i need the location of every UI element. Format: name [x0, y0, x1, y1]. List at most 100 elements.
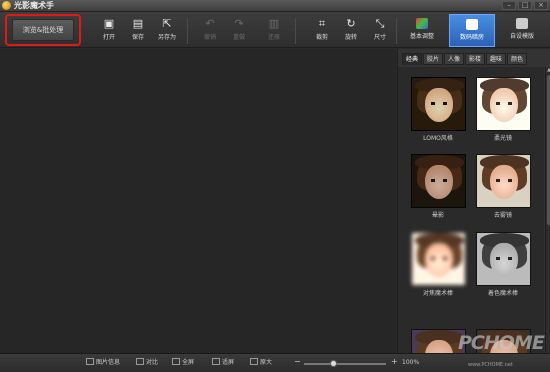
open-icon: ▣ — [103, 17, 115, 30]
portrait-face — [425, 165, 453, 199]
fit-screen-icon — [212, 358, 220, 365]
status-label: 全屏 — [182, 359, 195, 366]
portrait-face — [490, 243, 518, 277]
portrait-eyes — [431, 179, 447, 182]
portrait-eyes — [496, 179, 512, 182]
watermark-logo: PCHOME — [458, 332, 545, 354]
subtab-5[interactable]: 颜色 — [507, 53, 527, 65]
tool-rotate-button[interactable]: ↻ 旋转 — [337, 17, 365, 47]
tab-label: 自设模版 — [509, 33, 534, 40]
template-icon — [516, 18, 528, 29]
tool-label: 尺寸 — [373, 34, 386, 41]
status-fit-screen-button[interactable]: 适屏 — [212, 358, 234, 368]
status-label: 原大 — [260, 359, 273, 366]
tool-label: 另存为 — [157, 34, 176, 41]
tool-crop-button[interactable]: ⌗ 裁剪 — [308, 17, 336, 47]
close-button[interactable]: × — [534, 1, 548, 10]
image-canvas[interactable] — [0, 49, 396, 353]
status-actual-size-button[interactable]: 原大 — [250, 358, 272, 368]
title-bar: 光影魔术手 – □ × — [0, 0, 550, 12]
app-window: 光影魔术手 – □ × 浏览&批处理 ▣ 打开 ▤ 保存 ⇱ 另存为 ↶ 撤销 ↷ 重做 ▥ 还原 ⌗ 裁… — [0, 0, 550, 372]
tab-basic[interactable]: 基本调整 — [399, 14, 445, 47]
subtab-4[interactable]: 趣味 — [486, 53, 506, 65]
tool-label: 裁剪 — [315, 34, 328, 41]
portrait-eyes — [496, 257, 512, 260]
tool-label: 打开 — [102, 34, 115, 41]
tool-label: 保存 — [131, 34, 144, 41]
effects-grid: LOMO风格 柔光镜 晕影 去雾镜 对焦魔术棒 着色魔术棒 — [398, 67, 544, 353]
status-fullscreen-button[interactable]: 全屏 — [172, 358, 194, 368]
effect-thumbnail[interactable] — [411, 154, 466, 208]
tab-label: 基本调整 — [409, 33, 434, 40]
maximize-button[interactable]: □ — [518, 1, 532, 10]
crop-icon: ⌗ — [318, 17, 326, 30]
effects-panel: 经典 胶片 人像 影楼 趣味 颜色 LOMO风格 柔光镜 晕影 去雾镜 对焦魔术棒 着色魔术棒 ▲ — [397, 49, 550, 353]
portrait-face — [425, 88, 453, 122]
effect-thumbnail[interactable] — [476, 232, 531, 286]
panel-scrollbar[interactable]: ▲ — [545, 67, 550, 353]
status-label: 适屏 — [222, 359, 235, 366]
subtab-2[interactable]: 人像 — [444, 53, 464, 65]
portrait-eyes — [496, 102, 512, 105]
effect-caption: 晕影 — [431, 212, 444, 219]
effect-caption: 着色魔术棒 — [487, 290, 518, 297]
zoom-out-button[interactable]: − — [294, 357, 301, 367]
watermark: PCHOME www.PCHOME.net — [458, 330, 550, 372]
portrait-face — [490, 88, 518, 122]
main-toolbar: 浏览&批处理 ▣ 打开 ▤ 保存 ⇱ 另存为 ↶ 撤销 ↷ 重做 ▥ 还原 ⌗ 裁剪 ↻ 旋转 ⤡ 尺寸 基本调整… — [0, 12, 550, 48]
status-image-info-button[interactable]: 图片信息 — [86, 358, 120, 368]
app-title: 光影魔术手 — [14, 1, 54, 10]
tool-undo-button: ↶ 撤销 — [196, 17, 224, 47]
portrait-face — [425, 243, 453, 277]
tab-label: 数码暗房 — [459, 34, 484, 41]
effect-thumbnail[interactable] — [411, 77, 466, 131]
tool-label: 重做 — [232, 34, 245, 41]
effect-caption: 对焦魔术棒 — [422, 290, 453, 297]
effect-thumbnail[interactable] — [476, 154, 531, 208]
palette-icon — [416, 18, 428, 29]
tool-label: 撤销 — [203, 34, 216, 41]
size-icon: ⤡ — [375, 17, 385, 30]
restore-icon: ▥ — [268, 17, 280, 30]
saveas-icon: ⇱ — [162, 17, 172, 30]
zoom-in-button[interactable]: + — [391, 357, 398, 367]
tab-template[interactable]: 自设模版 — [499, 14, 545, 47]
save-icon: ▤ — [132, 17, 144, 30]
camera-icon — [466, 19, 478, 30]
app-logo-icon — [2, 1, 11, 10]
scroll-up-arrow-icon[interactable]: ▲ — [546, 67, 550, 73]
redo-icon: ↷ — [234, 17, 244, 30]
tool-label: 旋转 — [344, 34, 357, 41]
effect-caption: 柔光镜 — [493, 135, 512, 142]
minimize-button[interactable]: – — [502, 1, 516, 10]
effect-category-tabs: 经典 胶片 人像 影楼 趣味 颜色 — [402, 53, 528, 65]
tool-restore-button: ▥ 还原 — [260, 17, 288, 47]
portrait-eyes — [431, 257, 447, 260]
browse-batch-button[interactable]: 浏览&批处理 — [12, 19, 74, 41]
fullscreen-icon — [172, 358, 180, 365]
actual-size-icon — [250, 358, 258, 365]
portrait-face — [490, 165, 518, 199]
tool-saveas-button[interactable]: ⇱ 另存为 — [153, 17, 181, 47]
effect-thumbnail[interactable] — [411, 232, 466, 286]
tool-open-button[interactable]: ▣ 打开 — [95, 17, 123, 47]
zoom-slider[interactable] — [304, 360, 386, 367]
tab-darkroom[interactable]: 数码暗房 — [449, 14, 495, 47]
window-controls: – □ × — [502, 1, 548, 10]
toolbar-separator — [396, 18, 397, 44]
zoom-slider-knob[interactable] — [329, 360, 337, 367]
undo-icon: ↶ — [205, 17, 215, 30]
effect-thumbnail[interactable] — [476, 77, 531, 131]
toolbar-separator — [295, 18, 296, 44]
tool-size-button[interactable]: ⤡ 尺寸 — [366, 17, 394, 47]
tool-label: 还原 — [267, 34, 280, 41]
effect-caption: 去雾镜 — [493, 212, 512, 219]
status-compare-button[interactable]: 对比 — [136, 358, 158, 368]
tool-redo-button: ↷ 重做 — [225, 17, 253, 47]
image-info-icon — [86, 358, 94, 365]
subtab-3[interactable]: 影楼 — [465, 53, 485, 65]
tool-save-button[interactable]: ▤ 保存 — [124, 17, 152, 47]
status-label: 图片信息 — [96, 359, 121, 366]
subtab-0[interactable]: 经典 — [402, 53, 422, 65]
subtab-1[interactable]: 胶片 — [423, 53, 443, 65]
